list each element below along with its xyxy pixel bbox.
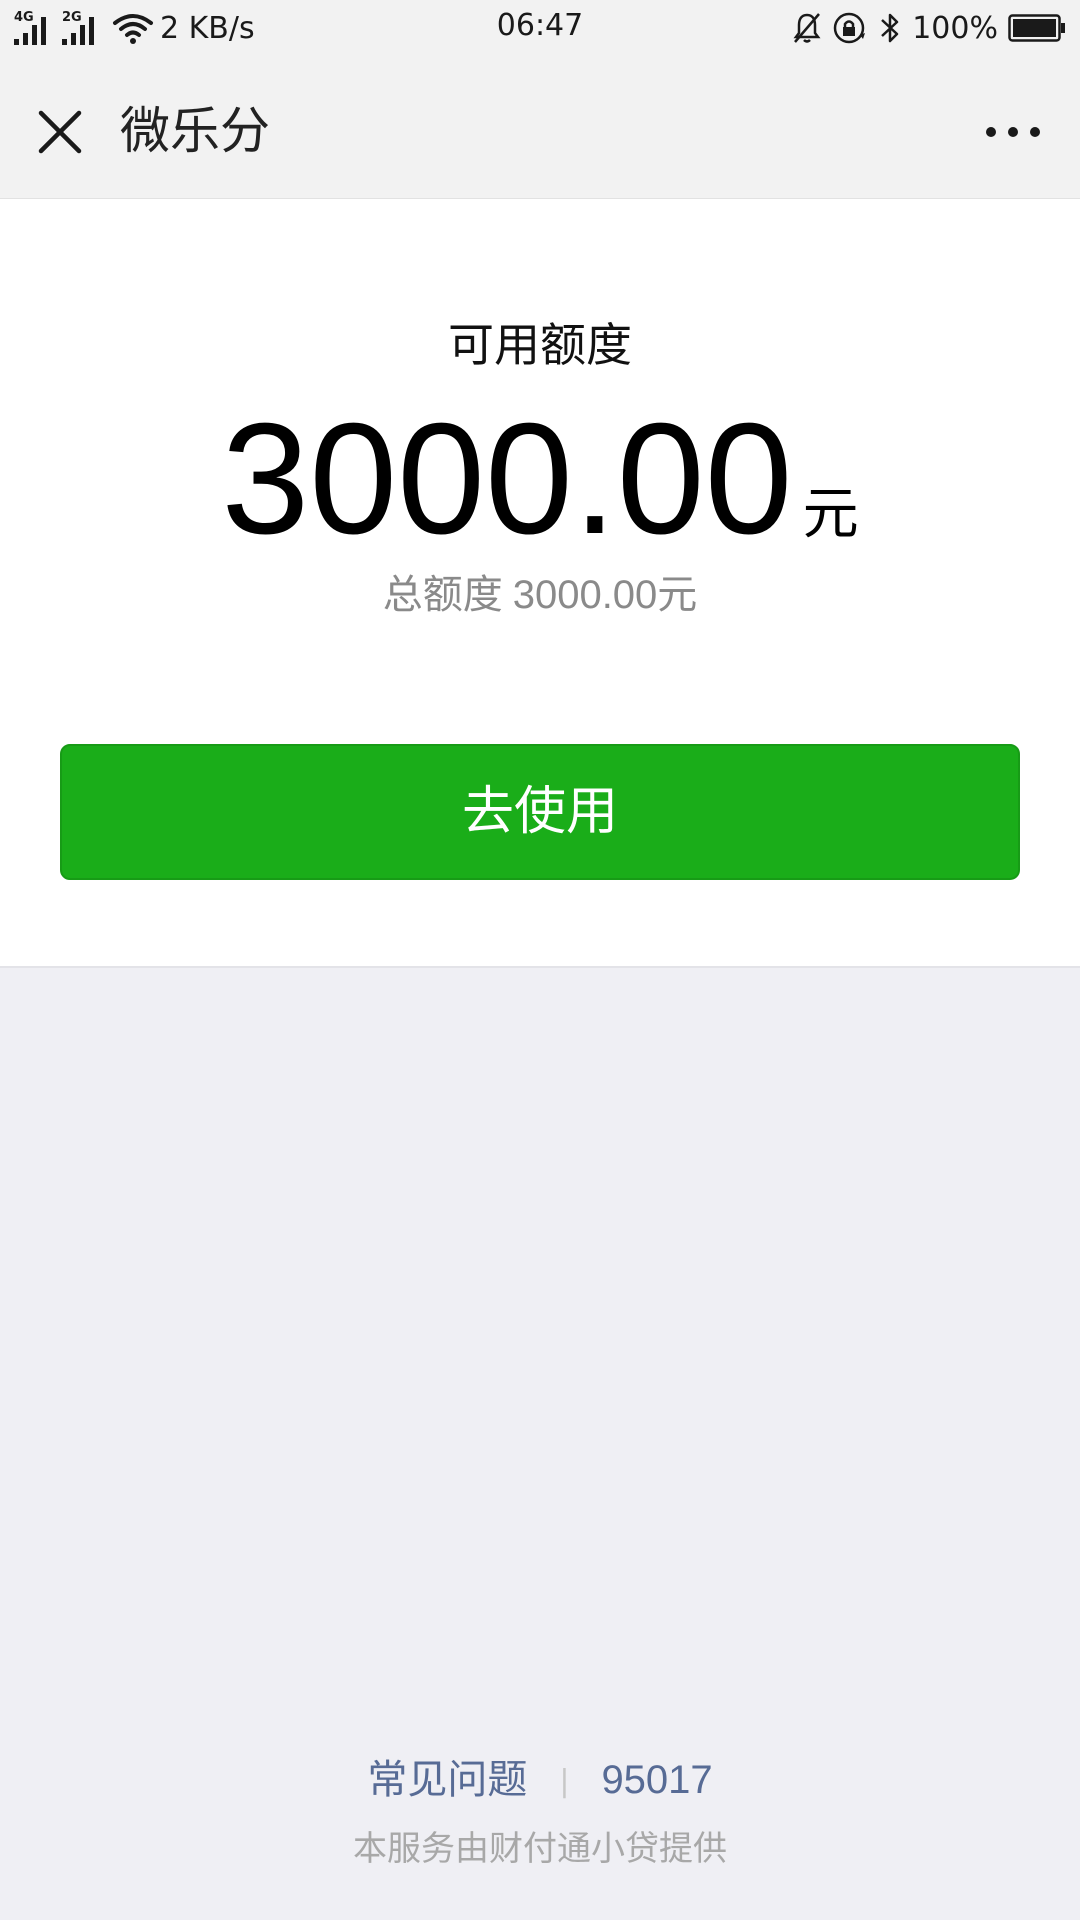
mute-bell-icon	[793, 13, 821, 43]
use-button[interactable]: 去使用	[60, 744, 1020, 880]
total-credit-value: 3000.00元	[512, 573, 698, 617]
phone-link[interactable]: 95017	[601, 1758, 712, 1802]
available-amount: 3000.00	[221, 391, 793, 567]
nav-bar: 微乐分	[0, 56, 1080, 199]
close-icon	[38, 110, 82, 154]
footer-links: 常见问题 | 95017	[0, 1750, 1080, 1812]
more-button[interactable]	[968, 98, 1058, 166]
total-credit-label: 总额度	[382, 572, 503, 618]
amount-unit: 元	[802, 482, 859, 547]
available-amount-row: 3000.00 元	[0, 389, 1080, 569]
bluetooth-icon	[881, 13, 899, 43]
available-credit-label: 可用额度	[448, 318, 632, 372]
status-right: 100%	[782, 6, 1066, 50]
page-title: 微乐分	[120, 102, 270, 160]
battery-icon	[1008, 14, 1065, 42]
more-dots-icon	[986, 127, 1040, 137]
total-credit-line: 总额度 3000.00元	[0, 565, 1080, 625]
footer-separator: |	[559, 1764, 570, 1799]
battery-percent: 100%	[912, 10, 998, 46]
close-button[interactable]	[26, 98, 94, 166]
rotation-lock-icon	[833, 12, 866, 44]
app-root: 4G 2G 2 KB/s 06:47 100% 微乐分 可用额度 3000.00…	[0, 0, 1080, 1920]
status-bar: 4G 2G 2 KB/s 06:47 100%	[0, 0, 1080, 56]
faq-link[interactable]: 常见问题	[367, 1757, 527, 1803]
credit-card: 可用额度 3000.00 元 总额度 3000.00元 去使用	[0, 199, 1080, 968]
provider-text: 本服务由财付通小贷提供	[353, 1829, 727, 1869]
